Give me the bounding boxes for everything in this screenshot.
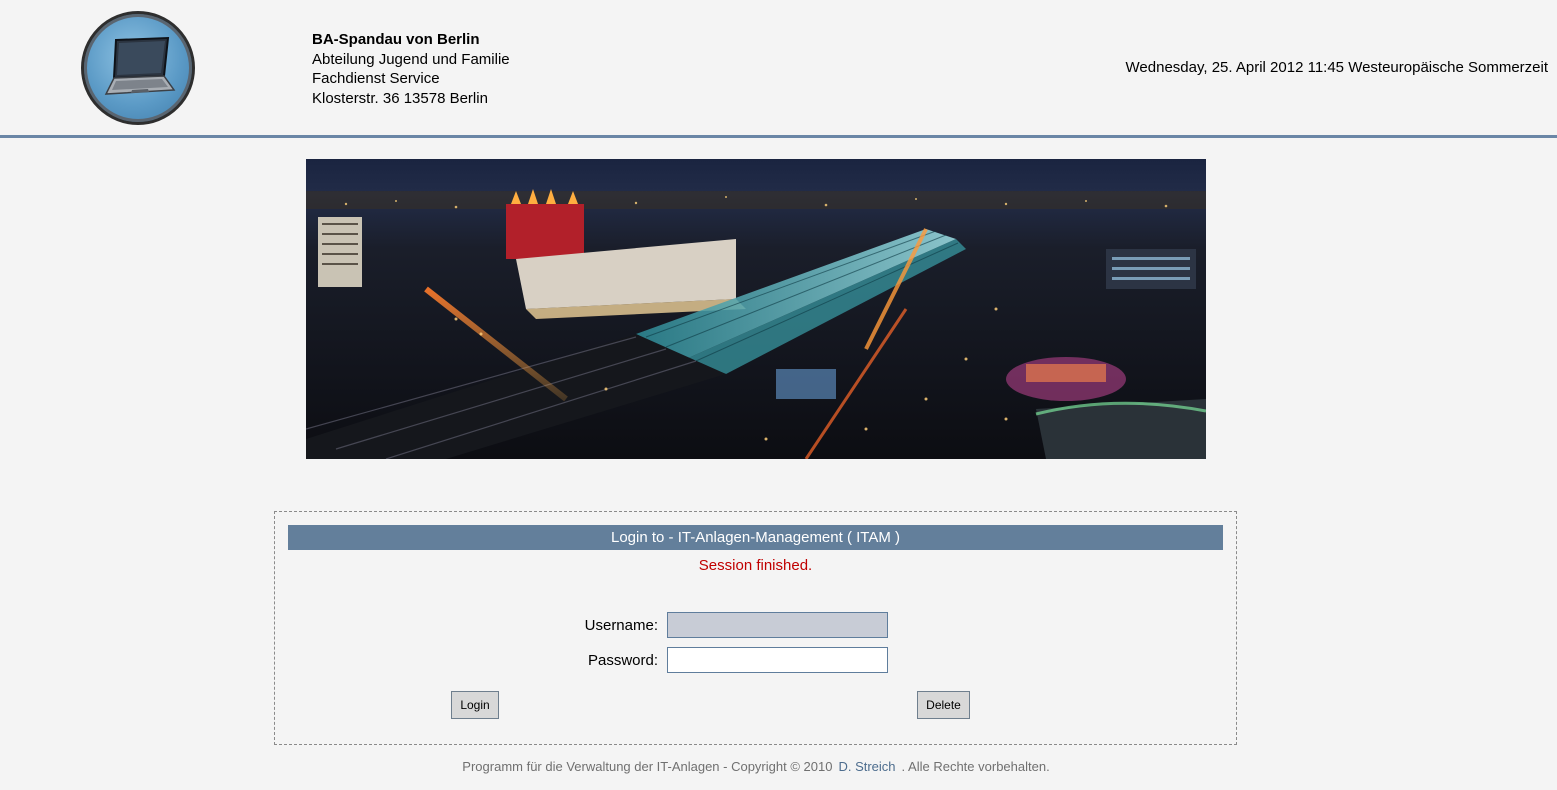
session-status-message: Session finished. (698, 557, 813, 574)
org-address: Klosterstr. 36 13578 Berlin (312, 89, 488, 107)
footer: Programm für die Verwaltung der IT-Anlag… (0, 759, 1512, 774)
username-input[interactable] (667, 612, 888, 638)
current-datetime: Wednesday, 25. April 2012 11:45 Westeuro… (1125, 59, 1548, 76)
login-button[interactable]: Login (451, 691, 499, 719)
author-link[interactable]: D. Streich (838, 759, 895, 774)
org-department: Abteilung Jugend und Familie (312, 50, 510, 68)
page: BA-Spandau von Berlin Abteilung Jugend u… (0, 0, 1557, 790)
banner-image (306, 159, 1206, 459)
org-name: BA-Spandau von Berlin (312, 31, 480, 48)
login-form: Login to - IT-Anlagen-Management ( ITAM … (274, 511, 1237, 745)
login-title: Login to - IT-Anlagen-Management ( ITAM … (288, 525, 1223, 550)
org-service: Fachdienst Service (312, 70, 440, 87)
footer-copyright: Programm für die Verwaltung der IT-Anlag… (462, 759, 833, 774)
footer-rights: . Alle Rechte vorbehalten. (901, 759, 1050, 774)
organization-info: BA-Spandau von Berlin Abteilung Jugend u… (312, 30, 510, 108)
delete-button[interactable]: Delete (917, 691, 970, 719)
username-label: Username: (584, 617, 658, 634)
logo (81, 11, 195, 125)
city-night-panorama-image (306, 159, 1206, 459)
password-input[interactable] (667, 647, 888, 673)
header-divider (0, 135, 1557, 138)
laptop-icon (104, 36, 176, 95)
password-label: Password: (587, 652, 658, 669)
header: BA-Spandau von Berlin Abteilung Jugend u… (0, 0, 1557, 136)
